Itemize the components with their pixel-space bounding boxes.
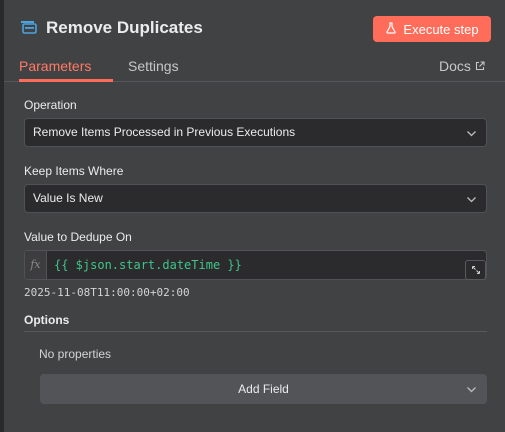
execute-step-button[interactable]: Execute step xyxy=(373,16,491,42)
operation-value: Remove Items Processed in Previous Execu… xyxy=(33,125,296,139)
add-field-label: Add Field xyxy=(238,382,289,396)
expand-icon xyxy=(471,266,480,274)
remove-duplicates-icon xyxy=(20,18,38,36)
expression-result-preview: 2025-11-08T11:00:00+02:00 xyxy=(24,286,190,299)
operation-label: Operation xyxy=(24,98,77,112)
no-properties-text: No properties xyxy=(39,347,112,361)
docs-label: Docs xyxy=(439,58,471,74)
node-title: Remove Duplicates xyxy=(46,18,203,37)
docs-link[interactable]: Docs xyxy=(439,57,485,75)
chevron-down-icon xyxy=(467,197,476,203)
dedupe-expression-input[interactable]: fx {{ $json.start.dateTime }} xyxy=(24,250,487,280)
keep-items-where-value: Value Is New xyxy=(33,191,103,205)
fx-icon: fx xyxy=(25,251,47,279)
active-tab-indicator xyxy=(19,79,113,82)
tab-parameters[interactable]: Parameters xyxy=(19,57,91,75)
dedupe-value-label: Value to Dedupe On xyxy=(24,230,132,244)
expression-text[interactable]: {{ $json.start.dateTime }} xyxy=(54,251,242,279)
execute-step-label: Execute step xyxy=(403,21,479,37)
keep-items-where-label: Keep Items Where xyxy=(24,164,124,178)
flask-icon xyxy=(385,21,397,37)
options-divider xyxy=(24,331,487,332)
options-label: Options xyxy=(24,313,70,327)
external-link-icon xyxy=(475,57,485,75)
expand-expression-button[interactable] xyxy=(465,260,486,280)
chevron-down-icon xyxy=(467,131,476,137)
node-settings-panel: Remove Duplicates Execute step Parameter… xyxy=(4,0,505,432)
panel-header: Remove Duplicates Execute step Parameter… xyxy=(4,0,505,82)
tab-settings[interactable]: Settings xyxy=(128,57,179,75)
add-field-button[interactable]: Add Field xyxy=(40,374,487,404)
keep-items-where-select[interactable]: Value Is New xyxy=(24,184,487,213)
chevron-down-icon xyxy=(467,387,476,393)
operation-select[interactable]: Remove Items Processed in Previous Execu… xyxy=(24,118,487,147)
